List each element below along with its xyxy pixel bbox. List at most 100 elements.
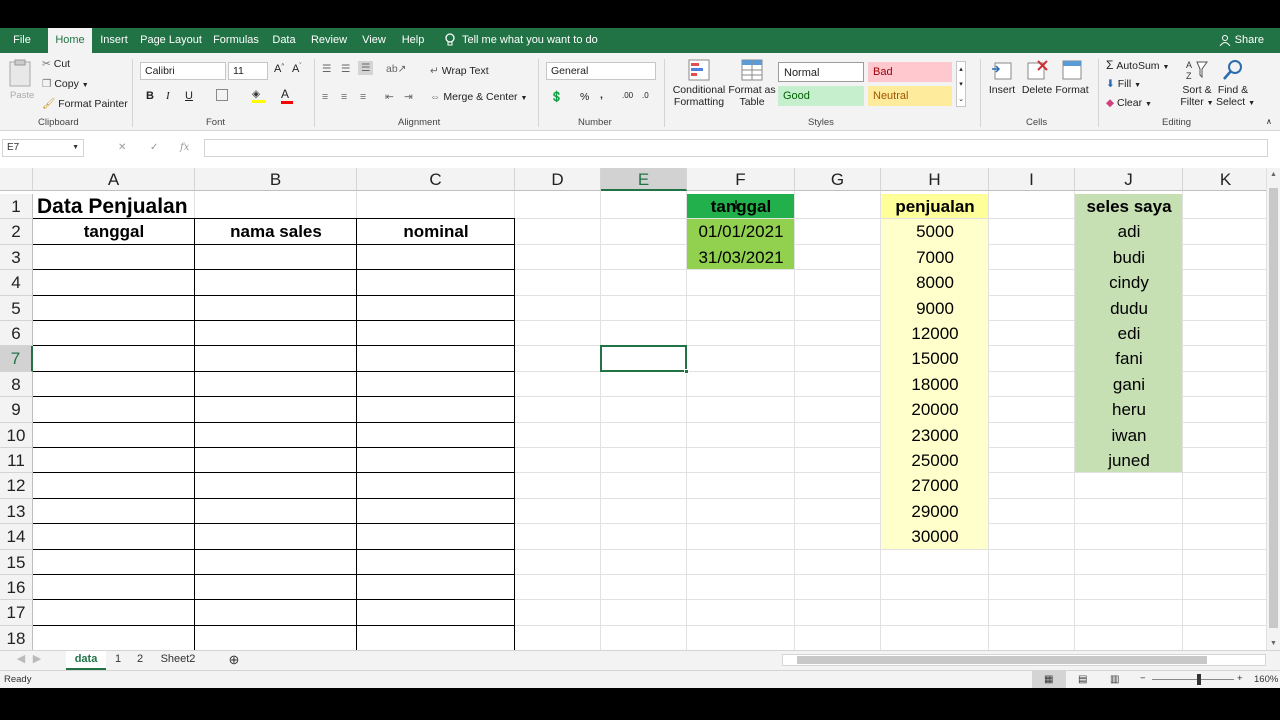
table-header-cell[interactable]: tanggal bbox=[33, 219, 195, 244]
row-header-11[interactable]: 11 bbox=[0, 448, 33, 474]
align-middle-button[interactable]: ☰ bbox=[341, 63, 350, 75]
date-cell[interactable]: 31/03/2021 bbox=[687, 245, 795, 270]
penjualan-cell[interactable]: 15000 bbox=[881, 346, 989, 371]
styles-scroll[interactable]: ▴ ▾ ⌄ bbox=[956, 61, 966, 107]
zoom-level[interactable]: 160% bbox=[1254, 674, 1278, 685]
decrease-decimal-button[interactable]: .0 bbox=[642, 91, 649, 100]
tab-help[interactable]: Help bbox=[400, 28, 426, 53]
seles-cell[interactable]: gani bbox=[1075, 372, 1183, 397]
penjualan-cell[interactable]: 7000 bbox=[881, 245, 989, 270]
penjualan-cell[interactable]: 29000 bbox=[881, 499, 989, 524]
merge-center-button[interactable]: ⇔ Merge & Center ▼ bbox=[430, 91, 527, 103]
row-header-6[interactable]: 6 bbox=[0, 321, 33, 347]
penjualan-cell[interactable]: 8000 bbox=[881, 270, 989, 295]
tab-data[interactable]: Data bbox=[270, 28, 298, 53]
style-good[interactable]: Good bbox=[778, 86, 864, 106]
row-header-17[interactable]: 17 bbox=[0, 600, 33, 626]
align-bottom-button[interactable]: ☰ bbox=[358, 61, 374, 75]
underline-button[interactable]: U bbox=[185, 90, 193, 102]
tab-home[interactable]: Home bbox=[48, 28, 92, 53]
penjualan-header-cell[interactable]: penjualan bbox=[881, 194, 989, 219]
penjualan-cell[interactable]: 27000 bbox=[881, 473, 989, 498]
name-box[interactable]: E7 ▼ bbox=[2, 139, 84, 157]
penjualan-cell[interactable]: 12000 bbox=[881, 321, 989, 346]
decrease-indent-button[interactable]: ⇤ bbox=[385, 91, 394, 103]
column-header-e[interactable]: E bbox=[601, 168, 687, 191]
seles-cell[interactable]: iwan bbox=[1075, 423, 1183, 448]
table-header-cell[interactable]: nominal bbox=[357, 219, 515, 244]
scroll-down-icon[interactable]: ▼ bbox=[1270, 640, 1277, 647]
tab-view[interactable]: View bbox=[360, 28, 388, 53]
comma-button[interactable]: , bbox=[600, 89, 603, 101]
cancel-icon[interactable]: ✕ bbox=[118, 139, 126, 157]
grow-font-button[interactable]: A^ bbox=[274, 63, 284, 75]
column-header-j[interactable]: J bbox=[1075, 168, 1183, 191]
seles-header-cell[interactable]: seles saya bbox=[1075, 194, 1183, 219]
seles-cell[interactable]: budi bbox=[1075, 245, 1183, 270]
fill-button[interactable]: ⬇ Fill ▼ bbox=[1106, 78, 1141, 90]
sheet-tab-2[interactable]: 2 bbox=[130, 651, 150, 670]
selected-cell-outline[interactable] bbox=[600, 345, 687, 372]
vertical-scrollbar[interactable]: ▲ ▼ bbox=[1266, 168, 1280, 650]
align-right-button[interactable]: ≡ bbox=[360, 91, 366, 103]
zoom-slider[interactable] bbox=[1152, 679, 1234, 680]
increase-indent-button[interactable]: ⇥ bbox=[404, 91, 413, 103]
add-sheet-button[interactable]: ⊕ bbox=[226, 651, 242, 670]
share-button[interactable]: Share bbox=[1219, 28, 1264, 53]
cut-button[interactable]: ✂ Cut bbox=[42, 58, 70, 70]
seles-cell[interactable]: dudu bbox=[1075, 296, 1183, 321]
row-header-12[interactable]: 12 bbox=[0, 473, 33, 499]
row-header-13[interactable]: 13 bbox=[0, 498, 33, 525]
zoom-in-button[interactable]: + bbox=[1237, 673, 1243, 684]
align-left-button[interactable]: ≡ bbox=[322, 91, 328, 103]
shrink-font-button[interactable]: Aˇ bbox=[292, 63, 301, 75]
tab-file[interactable]: File bbox=[8, 28, 36, 53]
seles-cell[interactable]: heru bbox=[1075, 397, 1183, 422]
row-header-9[interactable]: 9 bbox=[0, 397, 33, 423]
tab-insert[interactable]: Insert bbox=[98, 28, 130, 53]
orientation-button[interactable]: ab↗ bbox=[386, 63, 406, 75]
seles-cell[interactable]: cindy bbox=[1075, 270, 1183, 295]
conditional-formatting-button[interactable]: Conditional Formatting bbox=[672, 59, 726, 108]
horizontal-scroll-thumb[interactable] bbox=[797, 656, 1207, 664]
percent-button[interactable]: % bbox=[580, 91, 589, 103]
currency-button[interactable]: 💲 bbox=[550, 90, 563, 103]
seles-cell[interactable]: juned bbox=[1075, 448, 1183, 473]
penjualan-cell[interactable]: 23000 bbox=[881, 423, 989, 448]
paste-button[interactable]: Paste bbox=[8, 59, 36, 101]
seles-cell[interactable]: fani bbox=[1075, 346, 1183, 371]
font-color-button[interactable]: A bbox=[281, 87, 293, 104]
align-center-button[interactable]: ≡ bbox=[341, 91, 347, 103]
row-header-16[interactable]: 16 bbox=[0, 575, 33, 601]
vertical-scroll-thumb[interactable] bbox=[1269, 188, 1278, 628]
column-header-f[interactable]: F bbox=[687, 168, 795, 191]
tab-formulas[interactable]: Formulas bbox=[212, 28, 260, 53]
column-header-d[interactable]: D bbox=[515, 168, 601, 191]
fill-handle[interactable] bbox=[684, 368, 689, 374]
row-header-8[interactable]: 8 bbox=[0, 371, 33, 398]
tell-me-search[interactable]: Tell me what you want to do bbox=[444, 28, 598, 53]
scroll-up-icon[interactable]: ▲ bbox=[1270, 171, 1277, 178]
font-size-select[interactable]: 11 bbox=[228, 62, 268, 80]
penjualan-cell[interactable]: 20000 bbox=[881, 397, 989, 422]
sort-filter-button[interactable]: AZ Sort & Filter ▼ bbox=[1180, 59, 1214, 108]
zoom-out-button[interactable]: − bbox=[1140, 673, 1146, 684]
row-header-15[interactable]: 15 bbox=[0, 549, 33, 575]
insert-function-button[interactable]: fx bbox=[180, 139, 189, 157]
column-header-i[interactable]: I bbox=[989, 168, 1075, 191]
insert-cells-button[interactable]: Insert bbox=[986, 59, 1018, 96]
seles-cell[interactable]: adi bbox=[1075, 219, 1183, 244]
column-header-a[interactable]: A bbox=[33, 168, 195, 191]
italic-button[interactable]: I bbox=[166, 90, 170, 102]
number-format-select[interactable]: General bbox=[546, 62, 656, 80]
next-sheet-icon[interactable]: ▶ bbox=[30, 651, 44, 670]
fill-color-button[interactable]: ◈ bbox=[252, 88, 266, 103]
row-header-18[interactable]: 18 bbox=[0, 625, 33, 650]
date-cell[interactable]: 01/01/2021 bbox=[687, 219, 795, 244]
horizontal-scrollbar[interactable] bbox=[782, 654, 1266, 666]
format-as-table-button[interactable]: Format as Table bbox=[728, 59, 776, 108]
seles-cell[interactable]: edi bbox=[1075, 321, 1183, 346]
sheet-tab-1[interactable]: 1 bbox=[108, 651, 128, 670]
column-header-b[interactable]: B bbox=[195, 168, 357, 191]
copy-button[interactable]: ❐ Copy ▼ bbox=[42, 78, 89, 90]
